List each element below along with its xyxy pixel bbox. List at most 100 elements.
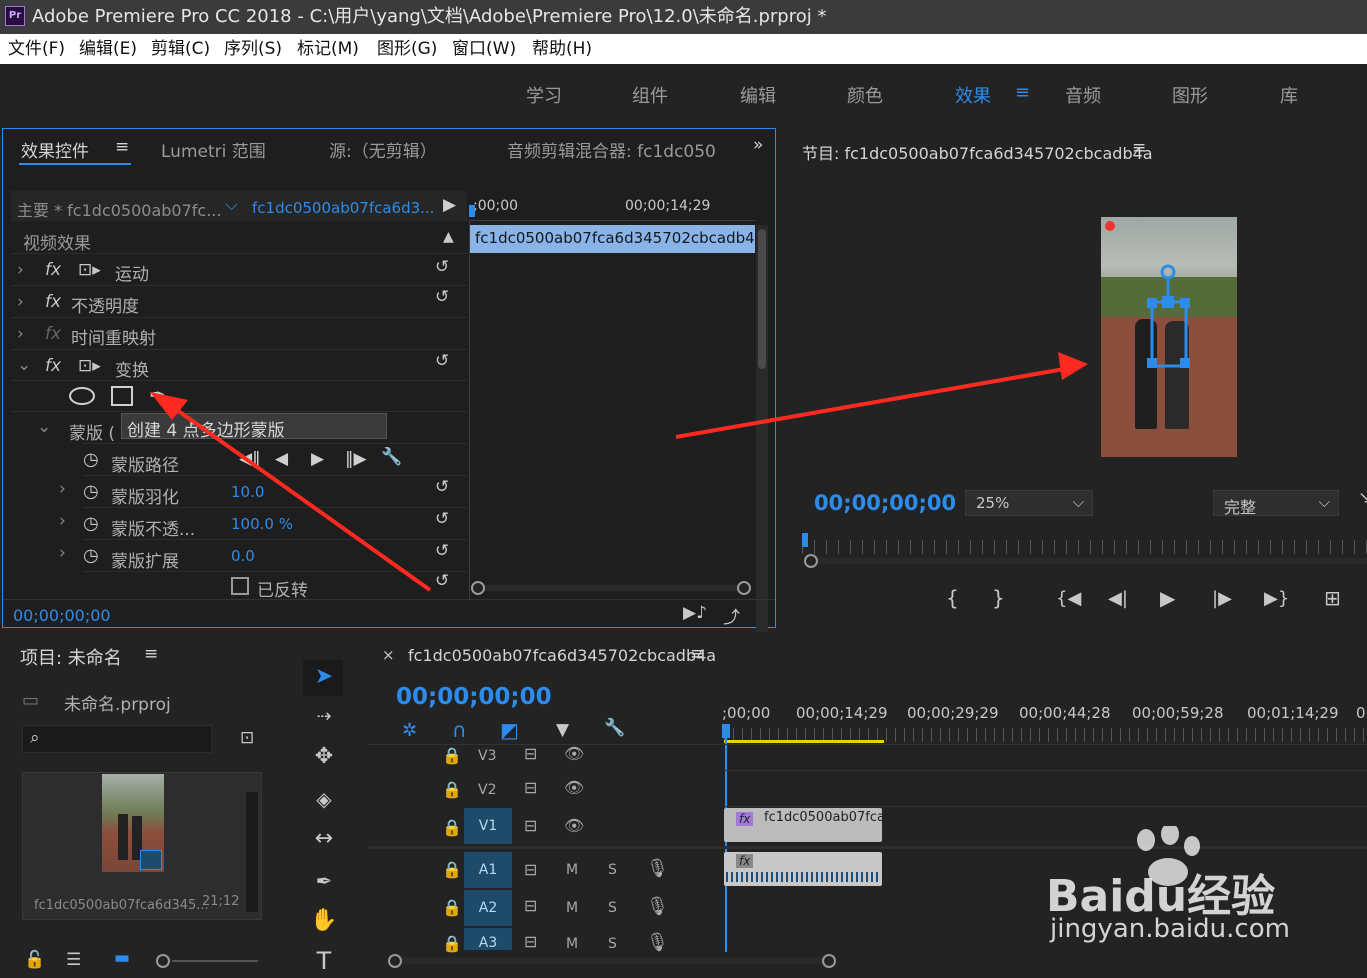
reset-icon[interactable]: ↺: [435, 351, 449, 371]
lock-icon[interactable]: 🔒: [442, 934, 462, 953]
lock-icon[interactable]: 🔒: [442, 898, 462, 917]
expand-icon[interactable]: ›: [59, 543, 66, 563]
collapse-transform-icon[interactable]: ⌄: [17, 355, 31, 375]
expand-icon[interactable]: ›: [59, 479, 66, 499]
mute-button[interactable]: M: [566, 936, 578, 952]
track-forward-icon[interactable]: ‖▶: [345, 449, 367, 469]
reset-icon[interactable]: ↺: [435, 287, 449, 307]
lock-icon[interactable]: 🔒: [442, 860, 462, 879]
sequence-clip-label[interactable]: fc1dc0500ab07fca6d3...: [252, 199, 434, 217]
playback-resolution-dropdown[interactable]: 完整 ⌵: [1213, 490, 1339, 517]
panel-menu-icon[interactable]: ≡: [1132, 138, 1146, 158]
go-to-out-icon[interactable]: ▶}: [1264, 590, 1289, 608]
menu-edit[interactable]: 编辑(E): [79, 34, 137, 64]
timeline-horizontal-scrollbar[interactable]: [398, 958, 828, 964]
scroll-handle-left[interactable]: [388, 954, 402, 968]
find-icon[interactable]: ⊡: [240, 728, 254, 748]
microphone-icon[interactable]: 🎙: [646, 932, 669, 953]
lock-icon[interactable]: 🔒: [442, 818, 462, 837]
sync-lock-icon[interactable]: ⊟: [524, 860, 537, 879]
mini-playhead[interactable]: [469, 205, 475, 217]
selection-tool-icon[interactable]: ➤: [305, 660, 343, 694]
track-select-tool-icon[interactable]: ⇢: [305, 700, 343, 734]
mute-button[interactable]: M: [566, 862, 578, 878]
workspace-editing[interactable]: 编辑: [740, 82, 776, 108]
stopwatch-icon[interactable]: ◷: [83, 481, 99, 502]
panel-menu-icon[interactable]: ≡: [144, 644, 158, 664]
microphone-icon[interactable]: 🎙: [646, 858, 669, 879]
workspace-audio[interactable]: 音频: [1065, 82, 1101, 108]
scroll-handle-right[interactable]: [737, 581, 751, 595]
reset-icon[interactable]: ↺: [435, 257, 449, 277]
linked-selection-icon[interactable]: ◩: [500, 718, 519, 742]
work-area-bar[interactable]: [724, 740, 884, 743]
tab-lumetri-scopes[interactable]: Lumetri 范围: [161, 137, 266, 162]
play-audio-icon[interactable]: ▶♪: [683, 603, 707, 623]
expand-time-remap-icon[interactable]: ›: [17, 324, 24, 344]
zoom-slider-track[interactable]: [172, 960, 258, 962]
master-clip-label[interactable]: 主要 * fc1dc0500ab07fc...: [17, 197, 221, 221]
menu-file[interactable]: 文件(F): [8, 34, 65, 64]
workspace-libraries[interactable]: 库: [1280, 82, 1298, 108]
effect-opacity[interactable]: 不透明度: [71, 292, 139, 317]
nest-icon[interactable]: ✲: [402, 720, 417, 741]
ellipse-mask-icon[interactable]: [69, 387, 95, 405]
stopwatch-icon[interactable]: ◷: [83, 545, 99, 566]
program-timecode[interactable]: 00;00;00;00: [814, 491, 956, 515]
mini-horizontal-scrollbar[interactable]: [477, 585, 747, 591]
snap-icon[interactable]: ∩: [452, 718, 467, 742]
track-backward-icon[interactable]: ◀‖: [239, 449, 261, 469]
fx-icon[interactable]: fx: [45, 260, 61, 280]
timeline-timecode[interactable]: 00;00;00;00: [396, 684, 552, 710]
track-target-a1[interactable]: A1: [464, 852, 512, 888]
sync-lock-icon[interactable]: ⊟: [524, 816, 537, 835]
collapse-mask-icon[interactable]: ⌄: [37, 417, 51, 437]
eye-icon[interactable]: 👁: [564, 816, 584, 835]
transform-handle-icon[interactable]: ⊡▸: [78, 356, 101, 376]
reset-icon[interactable]: ↺: [435, 477, 449, 497]
eye-icon[interactable]: 👁: [564, 778, 584, 797]
panel-menu-icon[interactable]: ≡: [115, 137, 129, 157]
chevron-down-icon[interactable]: ⌵: [225, 195, 238, 215]
scroll-handle-left[interactable]: [471, 581, 485, 595]
mask-outline[interactable]: [1142, 258, 1192, 378]
menu-graphics[interactable]: 图形(G): [377, 34, 437, 64]
tab-effect-controls[interactable]: 效果控件: [21, 137, 89, 162]
workspace-effects[interactable]: 效果: [955, 82, 991, 108]
pen-tool-icon[interactable]: ✒: [305, 864, 343, 898]
menu-sequence[interactable]: 序列(S): [224, 34, 282, 64]
fx-icon[interactable]: fx: [45, 356, 61, 376]
tab-source[interactable]: 源:（无剪辑）: [329, 137, 437, 162]
play-icon[interactable]: ▶: [1160, 588, 1175, 608]
step-back-icon[interactable]: ◀|: [1108, 590, 1128, 608]
timeline-settings-icon[interactable]: 🔧: [604, 718, 625, 738]
icon-view-icon[interactable]: ▬: [114, 948, 130, 968]
export-icon[interactable]: ⤴: [723, 603, 740, 628]
menu-marker[interactable]: 标记(M): [297, 34, 359, 64]
zoom-level-dropdown[interactable]: 25% ⌵: [965, 490, 1093, 516]
menu-window[interactable]: 窗口(W): [452, 34, 516, 64]
transform-handle-icon[interactable]: ⊡▸: [78, 260, 101, 280]
microphone-icon[interactable]: 🎙: [646, 896, 669, 917]
workspace-graphics[interactable]: 图形: [1172, 82, 1208, 108]
pen-mask-icon[interactable]: ✒: [149, 383, 166, 407]
sequence-tab[interactable]: fc1dc0500ab07fca6d345702cbcadb4a: [408, 646, 716, 665]
expand-motion-icon[interactable]: ›: [17, 260, 24, 280]
project-search-input[interactable]: [22, 725, 212, 753]
lock-icon[interactable]: 🔒: [442, 746, 462, 765]
mask-feather-value[interactable]: 10.0: [231, 483, 264, 501]
go-to-in-icon[interactable]: {◀: [1056, 590, 1081, 608]
workspace-learn[interactable]: 学习: [526, 82, 562, 108]
stopwatch-icon[interactable]: ◷: [83, 513, 99, 534]
solo-button[interactable]: S: [608, 900, 617, 916]
effect-transform[interactable]: 变换: [115, 356, 149, 381]
track-target-v1[interactable]: V1: [464, 808, 512, 844]
effect-time-remapping[interactable]: 时间重映射: [71, 324, 156, 349]
track-target-a2[interactable]: A2: [464, 890, 512, 926]
razor-tool-icon[interactable]: ◈: [305, 782, 343, 816]
collapse-up-icon[interactable]: ▲: [443, 229, 454, 245]
more-tabs-icon[interactable]: »: [753, 135, 763, 155]
mark-out-icon[interactable]: }: [992, 588, 1005, 608]
track-label-v2[interactable]: V2: [478, 782, 496, 798]
sync-lock-icon[interactable]: ⊟: [524, 744, 537, 763]
